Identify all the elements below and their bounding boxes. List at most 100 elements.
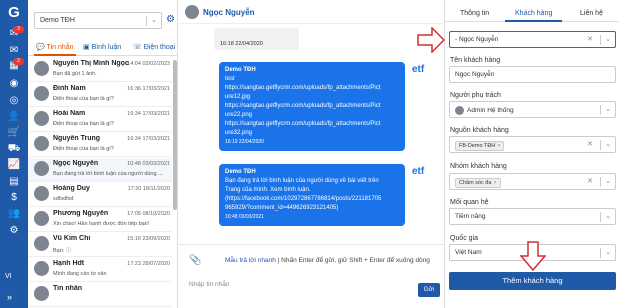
clear-icon[interactable]: ✕ xyxy=(587,140,593,148)
field-label: Quốc gia xyxy=(450,235,479,242)
message-bubble-outgoing: Demo TĐH test https://sangtao.getflycrm.… xyxy=(219,62,405,151)
user-icon xyxy=(455,106,464,115)
avatar xyxy=(34,261,49,276)
add-customer-button[interactable]: Thêm khách hàng xyxy=(449,272,616,290)
divider xyxy=(600,177,601,187)
list-item[interactable]: Hạnh Hdt 17:23 28/07/2020 Mình đang cần tư… xyxy=(28,258,172,282)
relationship-select[interactable]: Tiềm năng ⌄ xyxy=(449,208,616,225)
tab-customer[interactable]: Khách hàng xyxy=(504,10,563,22)
tab-contact[interactable]: Liên hệ xyxy=(580,10,603,17)
avatar xyxy=(34,61,49,76)
inbox-icon[interactable]: ✉ xyxy=(6,45,22,57)
list-item[interactable]: Phương Nguyễn 17:05 08/10/2020 Xin chào! H… xyxy=(28,208,172,232)
chevron-down-icon[interactable]: ⌄ xyxy=(605,140,611,148)
clear-icon[interactable]: ✕ xyxy=(587,177,593,185)
list-item[interactable]: Hoài Nam 16:34 17/03/2021 Điện thoại của b… xyxy=(28,108,172,132)
comment-link[interactable]: (https://facebook.com/102972867786814/po… xyxy=(225,195,399,204)
send-button[interactable]: Gửi xyxy=(418,283,440,297)
list-item-active[interactable]: Ngọc Nguyễn 10:48 03/03/2021 Bạn đang trả … xyxy=(28,158,172,182)
page-select[interactable]: Demo TĐH ⌄ xyxy=(34,12,162,29)
attachment-icon[interactable]: 📎 xyxy=(189,255,201,266)
contact-name[interactable]: Ngọc Nguyễn xyxy=(203,8,255,17)
conversation-list: Nguyễn Thị Minh Ngọc 14:04 03/02/2023 Bạn … xyxy=(28,58,172,308)
customer-name-field[interactable]: Ngọc Nguyễn xyxy=(449,66,616,83)
remove-tag-icon[interactable]: × xyxy=(493,180,496,186)
attachment-link[interactable]: https://sangtao.getflycrm.com/uploads/fp… xyxy=(225,120,399,129)
tab-messages[interactable]: 💬 Tin nhắn xyxy=(34,43,76,56)
left-nav-rail: G ✉ 3 ✉ ▦ 2 ◉ ◎ 👤 🛒 ⛟ 📈 ▤ $ 👥 ⚙ VI » xyxy=(0,0,28,308)
chevron-down-icon[interactable]: ⌄ xyxy=(605,248,611,256)
attachment-link[interactable]: https://sangtao.getflycrm.com/uploads/fp… xyxy=(225,84,399,93)
language-switcher[interactable]: VI xyxy=(5,273,12,280)
message-bubble-incoming: 16:18 22/04/2020 xyxy=(214,28,299,50)
attachment-link[interactable]: https://sangtao.getflycrm.com/uploads/fp… xyxy=(225,102,399,111)
quick-reply-link[interactable]: Mẫu trả lời nhanh xyxy=(225,257,276,264)
avatar xyxy=(34,286,49,301)
remove-tag-icon[interactable]: × xyxy=(497,143,500,149)
list-item[interactable]: Tin nhắn xyxy=(28,283,172,307)
customer-search-select[interactable]: - Ngọc Nguyễn ✕ ⌄ xyxy=(449,31,616,48)
dollar-icon[interactable]: $ xyxy=(6,192,22,204)
avatar xyxy=(185,5,199,19)
truck-icon[interactable]: ⛟ xyxy=(6,143,22,155)
eye-icon[interactable]: ◉ xyxy=(6,78,22,90)
field-label: Tên khách hàng xyxy=(450,57,501,64)
page-select-value: Demo TĐH xyxy=(40,17,75,24)
avatar xyxy=(34,186,49,201)
list-scrollbar[interactable] xyxy=(173,60,177,210)
panel-tabs: Thông tin Khách hàng Liên hệ xyxy=(445,0,619,22)
message-bubble-outgoing: Demo TĐH Bạn đang trả lời bình luận của … xyxy=(219,164,405,226)
user-icon[interactable]: 👤 xyxy=(6,111,22,123)
field-label: Nhóm khách hàng xyxy=(450,163,507,170)
group-select[interactable]: Chăm sóc đa × ✕ ⌄ xyxy=(449,173,616,190)
avatar xyxy=(34,161,49,176)
field-label: Nguồn khách hàng xyxy=(450,127,509,134)
conversation-panel: Demo TĐH ⌄ ⚙ 💬 Tin nhắn ▣ Bình luận ☏ Đi… xyxy=(28,0,178,308)
tag-chip: FB-Demo TĐH × xyxy=(455,141,505,151)
composer-hint: Mẫu trả lời nhanh | Nhấn Enter để gửi, g… xyxy=(225,257,430,264)
notification-badge: 3 xyxy=(13,26,24,33)
chevron-down-icon[interactable]: ⌄ xyxy=(605,35,611,43)
divider xyxy=(600,248,601,258)
list-item[interactable]: Hoàng Duy 17:20 18/11/2020 sdfsdfsd xyxy=(28,183,172,207)
divider xyxy=(600,35,601,45)
avatar xyxy=(34,111,49,126)
brand-logo: etf xyxy=(412,64,425,75)
brand-logo: etf xyxy=(412,166,425,177)
chat-header: Ngọc Nguyễn xyxy=(179,0,444,24)
divider xyxy=(600,140,601,150)
chat-panel: Ngọc Nguyễn 16:18 22/04/2020 Demo TĐH te… xyxy=(179,0,444,308)
settings-icon[interactable]: ⚙ xyxy=(6,225,22,237)
source-select[interactable]: FB-Demo TĐH × ✕ ⌄ xyxy=(449,136,616,153)
field-label: Mối quan hệ xyxy=(450,199,489,206)
tab-info[interactable]: Thông tin xyxy=(460,10,489,17)
annotation-arrow-down-icon xyxy=(520,241,546,271)
composer: 📎 Mẫu trả lời nhanh | Nhấn Enter để gửi,… xyxy=(179,244,444,308)
app-logo[interactable]: G xyxy=(5,4,23,22)
avatar xyxy=(34,86,49,101)
tab-comments[interactable]: ▣ Bình luận xyxy=(83,43,121,51)
list-item[interactable]: Nguyễn Trung 16:34 17/03/2021 Điện thoại c… xyxy=(28,133,172,157)
list-item[interactable]: Vũ Kim Chi 15:16 23/09/2020 Bạn: ⓘ xyxy=(28,233,172,257)
avatar xyxy=(34,211,49,226)
chart-icon[interactable]: 📈 xyxy=(6,159,22,171)
clear-icon[interactable]: ✕ xyxy=(587,35,593,43)
owner-select[interactable]: Admin Hệ thống ⌄ xyxy=(449,101,616,118)
list-item[interactable]: Đinh Nam 16:36 17/03/2021 Điện thoại của b… xyxy=(28,83,172,107)
cart-icon[interactable]: 🛒 xyxy=(6,127,22,139)
chevron-down-icon[interactable]: ⌄ xyxy=(605,212,611,220)
gear-icon[interactable]: ⚙ xyxy=(166,14,175,25)
message-input[interactable]: Nhập tin nhắn xyxy=(189,281,229,288)
annotation-arrow-right-icon xyxy=(417,27,445,53)
document-icon[interactable]: ▤ xyxy=(6,176,22,188)
list-item[interactable]: Nguyễn Thị Minh Ngọc 14:04 03/02/2023 Bạn … xyxy=(28,58,172,82)
calendar-badge: 2 xyxy=(13,58,24,65)
channel-tabs: 💬 Tin nhắn ▣ Bình luận ☏ Điện thoại xyxy=(28,40,178,56)
team-icon[interactable]: 👥 xyxy=(6,208,22,220)
tab-phone[interactable]: ☏ Điện thoại xyxy=(133,43,175,51)
chevron-down-icon[interactable]: ⌄ xyxy=(605,177,611,185)
chevron-down-icon[interactable]: ⌄ xyxy=(605,105,611,113)
chevron-down-icon[interactable]: ⌄ xyxy=(151,16,157,24)
target-icon[interactable]: ◎ xyxy=(6,95,22,107)
collapse-rail-icon[interactable]: » xyxy=(7,292,12,302)
